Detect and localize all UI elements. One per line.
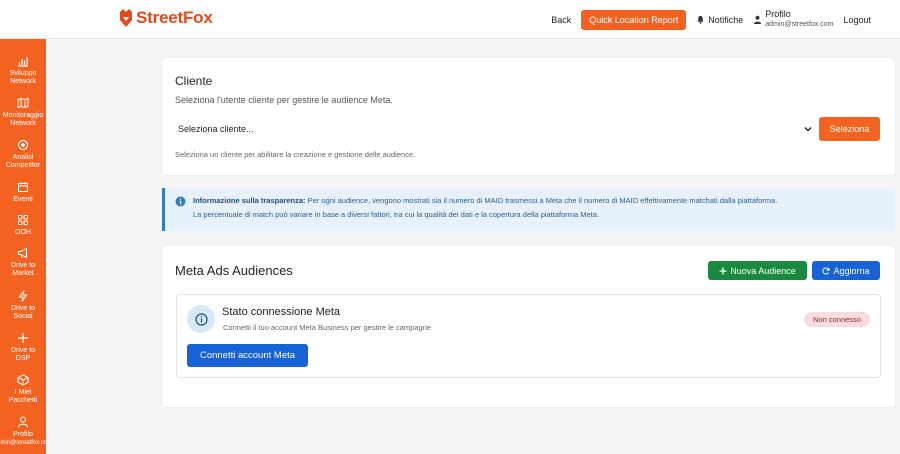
info-bold-label: Informazione sulla trasparenza: <box>193 196 306 205</box>
sidebar-item-sviluppo-network[interactable]: Sviluppo Network <box>0 55 46 86</box>
brand-name: StreetFox <box>136 8 213 27</box>
info-text: Per ogni audience, vengono mostrati sia … <box>305 196 778 205</box>
sidebar-item-monitoraggio-network[interactable]: Monitoraggio Network <box>0 97 46 128</box>
status-badge: Non connesso <box>804 312 870 327</box>
meta-connection-status: Stato connessione Meta Connetti il tuo a… <box>176 294 881 378</box>
info-line-2: La percentuale di match può variare in b… <box>193 210 600 219</box>
meta-title: Meta Ads Audiences <box>175 263 293 278</box>
sidebar-item-analisi-competitor[interactable]: Analisi Competitor <box>0 139 46 170</box>
sidebar-item-drive-to-dsp[interactable]: Drive to DSP <box>0 332 46 363</box>
sidebar-item-drive-to-social[interactable]: Drive to Social <box>0 290 46 321</box>
connect-meta-account-button[interactable]: Connetti account Meta <box>187 344 308 367</box>
sidebar-item-label: Profilo <box>13 431 33 438</box>
sidebar-item-label: Drive to DSP <box>10 347 36 362</box>
sidebar-item-label: Drive to Social <box>10 305 36 320</box>
info-icon <box>175 196 186 207</box>
transparency-info-box: Informazione sulla trasparenza: Per ogni… <box>162 188 895 231</box>
logout-link[interactable]: Logout <box>843 15 871 25</box>
bar-chart-icon <box>18 57 28 67</box>
back-link[interactable]: Back <box>551 15 571 25</box>
sidebar-item-label: Monitoraggio Network <box>2 112 44 127</box>
meta-audiences-card: Meta Ads Audiences Nuova Audience Aggior… <box>162 246 895 407</box>
notifications-link[interactable]: Notifiche <box>696 15 743 25</box>
cliente-select[interactable]: Seleziona cliente... <box>173 118 816 140</box>
notifications-label: Notifiche <box>708 14 744 25</box>
profile-link[interactable]: Profilo admin@streetfox.com <box>753 9 833 30</box>
plus-icon <box>18 333 28 343</box>
sidebar-item-drive-to-market[interactable]: Drive to Market <box>0 247 46 278</box>
map-icon <box>17 97 29 109</box>
sidebar-item-label: Eventi <box>13 196 33 203</box>
profile-text: Profilo admin@streetfox.com <box>765 9 833 30</box>
info-line-1: Informazione sulla trasparenza: Per ogni… <box>193 194 885 208</box>
cliente-select-value: Seleziona cliente... <box>178 124 254 134</box>
sidebar-item-ooh[interactable]: OOH <box>0 214 46 237</box>
connection-title: Stato connessione Meta <box>222 306 341 318</box>
refresh-icon <box>822 267 830 274</box>
new-audience-button[interactable]: Nuova Audience <box>708 261 807 280</box>
sidebar-item-label: Sviluppo Network <box>9 70 37 85</box>
sidebar-item-eventi[interactable]: Eventi <box>0 181 46 204</box>
fox-icon <box>120 9 132 27</box>
connection-subtitle: Connetti il tuo account Meta Business pe… <box>223 323 432 332</box>
grid-icon <box>18 215 28 225</box>
sidebar-item-label: Analisi Competitor <box>5 154 41 169</box>
sidebar-item-label: Drive to Market <box>10 262 36 277</box>
cliente-hint: Seleziona un cliente per abilitare la cr… <box>175 150 416 159</box>
connection-info-badge <box>187 305 215 333</box>
calendar-icon <box>18 182 28 192</box>
info-icon <box>194 312 208 326</box>
sidebar-item-profilo[interactable]: Profilo admin@streetfox.com <box>0 416 46 447</box>
target-icon <box>17 139 29 151</box>
sidebar-profile-email: admin@streetfox.com <box>0 440 46 446</box>
top-bar: StreetFox Back Quick Location Report Not… <box>0 0 900 39</box>
refresh-label: Aggiorna <box>833 265 870 276</box>
brand-logo[interactable]: StreetFox <box>118 8 213 28</box>
user-icon <box>18 416 28 428</box>
profile-name: Profilo <box>765 9 791 19</box>
cliente-card: Cliente Seleziona l'utente cliente per g… <box>162 58 895 175</box>
profile-email: admin@streetfox.com <box>765 21 834 28</box>
cliente-title: Cliente <box>175 74 213 88</box>
sidebar-item-i-miei-pacchetti[interactable]: I Miei Pacchetti <box>0 374 46 405</box>
bell-icon <box>697 15 704 24</box>
cliente-subtitle: Seleziona l'utente cliente per gestire l… <box>175 95 393 105</box>
megaphone-icon <box>18 247 27 259</box>
refresh-button[interactable]: Aggiorna <box>812 261 880 280</box>
seleziona-button[interactable]: Seleziona <box>819 117 880 141</box>
top-navigation: Back Quick Location Report Notifiche Pro… <box>551 0 900 39</box>
sidebar: Sviluppo Network Monitoraggio Network An… <box>0 39 46 454</box>
bolt-icon <box>18 290 28 302</box>
user-icon <box>754 15 762 24</box>
box-icon <box>17 374 29 386</box>
sidebar-item-label: I Miei Pacchetti <box>8 389 38 404</box>
plus-icon <box>719 267 727 274</box>
sidebar-item-label: OOH <box>15 229 31 236</box>
quick-location-report-button[interactable]: Quick Location Report <box>581 9 687 30</box>
chevron-down-icon <box>804 127 812 132</box>
new-audience-label: Nuova Audience <box>730 265 796 276</box>
